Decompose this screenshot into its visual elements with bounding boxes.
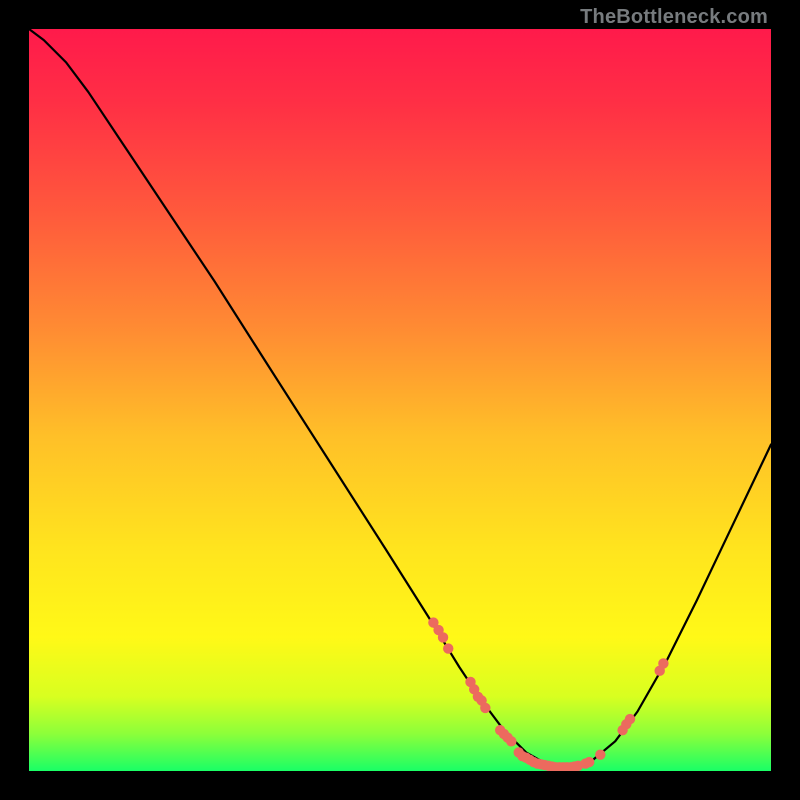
- watermark-text: TheBottleneck.com: [580, 6, 768, 29]
- data-point: [584, 757, 594, 767]
- gradient-background: [29, 29, 771, 771]
- data-point: [625, 714, 635, 724]
- chart-svg: [29, 29, 771, 771]
- data-point: [438, 632, 448, 642]
- chart-area: [29, 29, 771, 771]
- data-point: [658, 658, 668, 668]
- data-point: [506, 736, 516, 746]
- data-point: [443, 643, 453, 653]
- data-point: [595, 749, 605, 759]
- data-point: [480, 703, 490, 713]
